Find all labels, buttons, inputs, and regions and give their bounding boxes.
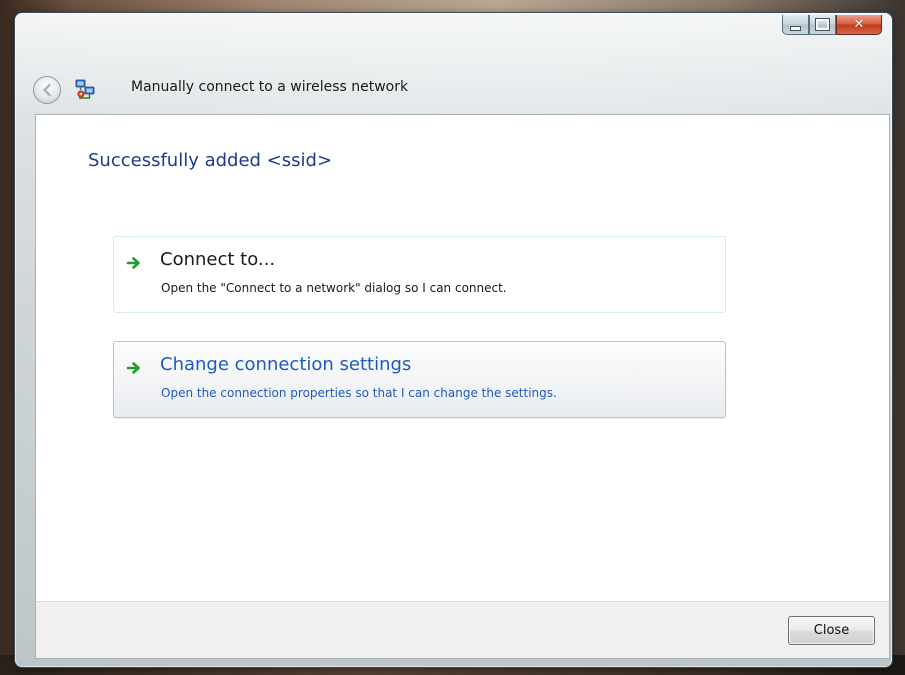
green-arrow-icon: [126, 257, 140, 269]
minimize-button[interactable]: [782, 15, 809, 35]
connect-to-link[interactable]: Connect to... Open the "Connect to a net…: [113, 236, 726, 313]
wizard-window: ✕ Manually connect to a wireless network…: [14, 12, 893, 668]
connect-to-description: Open the "Connect to a network" dialog s…: [161, 281, 507, 295]
change-connection-settings-title: Change connection settings: [160, 354, 412, 375]
minimize-icon: [790, 25, 801, 31]
window-title: Manually connect to a wireless network: [131, 79, 409, 95]
back-arrow-icon: [43, 83, 51, 97]
maximize-icon: [815, 18, 830, 31]
change-connection-settings-link[interactable]: Change connection settings Open the conn…: [113, 341, 726, 418]
main-instruction: Successfully added <ssid>: [88, 150, 333, 171]
caption-buttons: ✕: [782, 15, 882, 37]
window-close-button[interactable]: ✕: [836, 15, 882, 35]
content-area: Successfully added <ssid> Connect to... …: [35, 114, 890, 601]
close-button[interactable]: Close: [788, 616, 875, 645]
title-bar: [15, 13, 892, 113]
connect-to-title: Connect to...: [160, 249, 276, 270]
green-arrow-icon: [126, 362, 140, 374]
close-icon: ✕: [853, 17, 865, 32]
maximize-button[interactable]: [809, 15, 836, 35]
back-button[interactable]: [33, 76, 61, 104]
change-connection-settings-description: Open the connection properties so that I…: [161, 386, 557, 400]
footer-bar: Close: [35, 601, 890, 659]
wireless-network-icon: [75, 79, 95, 99]
